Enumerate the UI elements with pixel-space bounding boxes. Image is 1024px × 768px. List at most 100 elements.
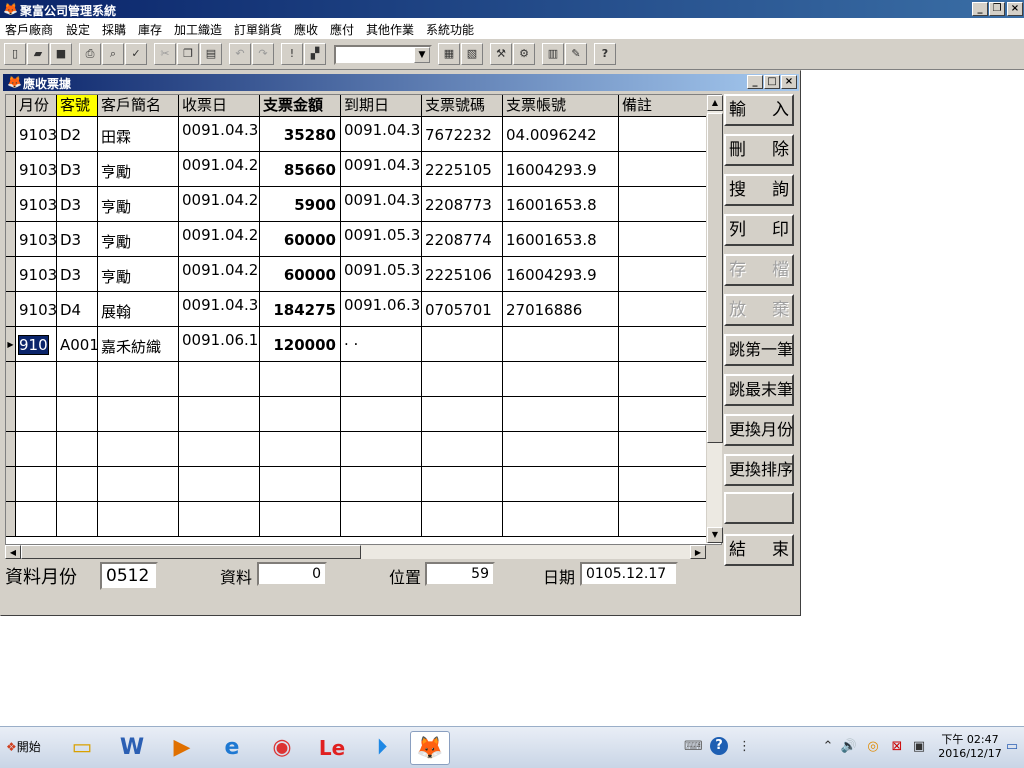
- cell-receive-date[interactable]: 0091.04.24: [179, 222, 260, 257]
- col-header-account-no[interactable]: 支票帳號: [503, 95, 619, 117]
- cell-customer-no[interactable]: A001: [57, 327, 98, 362]
- cell-receive-date[interactable]: [179, 362, 260, 397]
- media-player-icon[interactable]: ▶: [162, 731, 202, 765]
- print-icon[interactable]: ⎙: [79, 43, 101, 65]
- video-player-icon[interactable]: ⏵: [362, 731, 402, 765]
- cell-due-date[interactable]: [341, 467, 422, 502]
- cell-remark[interactable]: [619, 327, 711, 362]
- cell-account-no[interactable]: 27016886: [503, 292, 619, 327]
- chevron-up-icon[interactable]: ⌃: [822, 737, 834, 757]
- undo-icon[interactable]: ↶: [229, 43, 251, 65]
- cell-customer-name[interactable]: [98, 362, 179, 397]
- col-header-month[interactable]: 月份: [16, 95, 57, 117]
- menu-processing[interactable]: 加工織造: [174, 21, 222, 38]
- help-circle-icon[interactable]: ?: [710, 737, 728, 755]
- menu-other[interactable]: 其他作業: [366, 21, 414, 38]
- cell-customer-no[interactable]: [57, 432, 98, 467]
- cell-receive-date[interactable]: 0091.04.30: [179, 117, 260, 152]
- menu-system[interactable]: 系統功能: [426, 21, 474, 38]
- save-button[interactable]: 存檔: [724, 254, 794, 286]
- cell-amount[interactable]: 60000: [260, 222, 341, 257]
- row-selector[interactable]: [6, 152, 16, 187]
- cell-amount[interactable]: [260, 362, 341, 397]
- row-selector[interactable]: [6, 292, 16, 327]
- menu-orders[interactable]: 訂單銷貨: [234, 21, 282, 38]
- save-icon[interactable]: ■: [50, 43, 72, 65]
- copy-icon[interactable]: ❐: [177, 43, 199, 65]
- menu-purchase[interactable]: 採購: [102, 21, 126, 38]
- cell-due-date[interactable]: [341, 502, 422, 537]
- cell-amount[interactable]: 35280: [260, 117, 341, 152]
- menu-settings[interactable]: 設定: [66, 21, 90, 38]
- cell-receive-date[interactable]: 0091.04.30: [179, 292, 260, 327]
- cell-customer-no[interactable]: [57, 362, 98, 397]
- clock[interactable]: 下午 02:47 2016/12/17: [938, 733, 1002, 761]
- toolbar-combo[interactable]: ▼: [334, 45, 432, 65]
- cell-remark[interactable]: [619, 432, 711, 467]
- cell-remark[interactable]: [619, 397, 711, 432]
- cell-due-date[interactable]: . .: [341, 327, 422, 362]
- device-icon[interactable]: ▣: [910, 737, 928, 757]
- cell-account-no[interactable]: 16004293.9: [503, 257, 619, 292]
- cell-month[interactable]: 9103: [16, 257, 57, 292]
- cell-remark[interactable]: [619, 222, 711, 257]
- cell-customer-no[interactable]: [57, 397, 98, 432]
- cell-due-date[interactable]: 0091.05.31: [341, 222, 422, 257]
- cell-remark[interactable]: [619, 292, 711, 327]
- cell-check-no[interactable]: [422, 467, 503, 502]
- cell-receive-date[interactable]: [179, 432, 260, 467]
- word-icon[interactable]: W: [112, 731, 152, 765]
- cell-month[interactable]: [16, 467, 57, 502]
- cell-account-no[interactable]: 16001653.8: [503, 222, 619, 257]
- input-button[interactable]: 輸入: [724, 94, 794, 126]
- scroll-right-icon[interactable]: ▶: [690, 545, 706, 559]
- security-app-icon[interactable]: ◎: [864, 737, 882, 757]
- row-selector[interactable]: ▶: [6, 327, 16, 362]
- cell-month[interactable]: [16, 362, 57, 397]
- cut-icon[interactable]: ✂: [154, 43, 176, 65]
- chrome-icon[interactable]: ◉: [262, 731, 302, 765]
- row-selector[interactable]: [6, 397, 16, 432]
- input-method-icon[interactable]: ⋮: [738, 737, 751, 757]
- row-selector[interactable]: [6, 257, 16, 292]
- change-month-button[interactable]: 更換月份: [724, 414, 794, 446]
- cell-receive-date[interactable]: 0091.04.24: [179, 257, 260, 292]
- row-selector[interactable]: [6, 222, 16, 257]
- close-icon[interactable]: ×: [1007, 2, 1023, 16]
- cell-amount[interactable]: 120000: [260, 327, 341, 362]
- open-folder-icon[interactable]: ▰: [27, 43, 49, 65]
- col-header-receive-date[interactable]: 收票日: [179, 95, 260, 117]
- volume-icon[interactable]: 🔊: [840, 737, 858, 757]
- cell-customer-no[interactable]: D4: [57, 292, 98, 327]
- cell-customer-name[interactable]: [98, 467, 179, 502]
- cell-customer-name[interactable]: 亨勵: [98, 222, 179, 257]
- print-button[interactable]: 列印: [724, 214, 794, 246]
- cell-customer-no[interactable]: [57, 502, 98, 537]
- cell-customer-name[interactable]: 亨勵: [98, 187, 179, 222]
- horizontal-scroll-thumb[interactable]: [21, 545, 361, 559]
- cell-account-no[interactable]: [503, 467, 619, 502]
- cell-due-date[interactable]: 0091.05.31: [341, 257, 422, 292]
- cell-amount[interactable]: 85660: [260, 152, 341, 187]
- cell-receive-date[interactable]: 0091.06.14: [179, 327, 260, 362]
- delete-button[interactable]: 刪除: [724, 134, 794, 166]
- row-selector[interactable]: [6, 187, 16, 222]
- cell-account-no[interactable]: 16004293.9: [503, 152, 619, 187]
- row-selector[interactable]: [6, 432, 16, 467]
- change-sort-button[interactable]: 更換排序: [724, 454, 794, 486]
- cell-due-date[interactable]: 0091.04.30: [341, 117, 422, 152]
- start-button[interactable]: ❖開始: [2, 735, 50, 759]
- cell-remark[interactable]: [619, 257, 711, 292]
- cell-check-no[interactable]: [422, 397, 503, 432]
- cell-amount[interactable]: 5900: [260, 187, 341, 222]
- cell-customer-no[interactable]: D3: [57, 152, 98, 187]
- cell-check-no[interactable]: 2208774: [422, 222, 503, 257]
- cell-customer-name[interactable]: 田霖: [98, 117, 179, 152]
- cell-customer-name[interactable]: 亨勵: [98, 257, 179, 292]
- row-selector[interactable]: [6, 467, 16, 502]
- menu-receivable[interactable]: 應收: [294, 21, 318, 38]
- col-header-check-no[interactable]: 支票號碼: [422, 95, 503, 117]
- col-header-customer-name[interactable]: 客戶簡名: [98, 95, 179, 117]
- cell-remark[interactable]: [619, 117, 711, 152]
- database-icon[interactable]: ▥: [542, 43, 564, 65]
